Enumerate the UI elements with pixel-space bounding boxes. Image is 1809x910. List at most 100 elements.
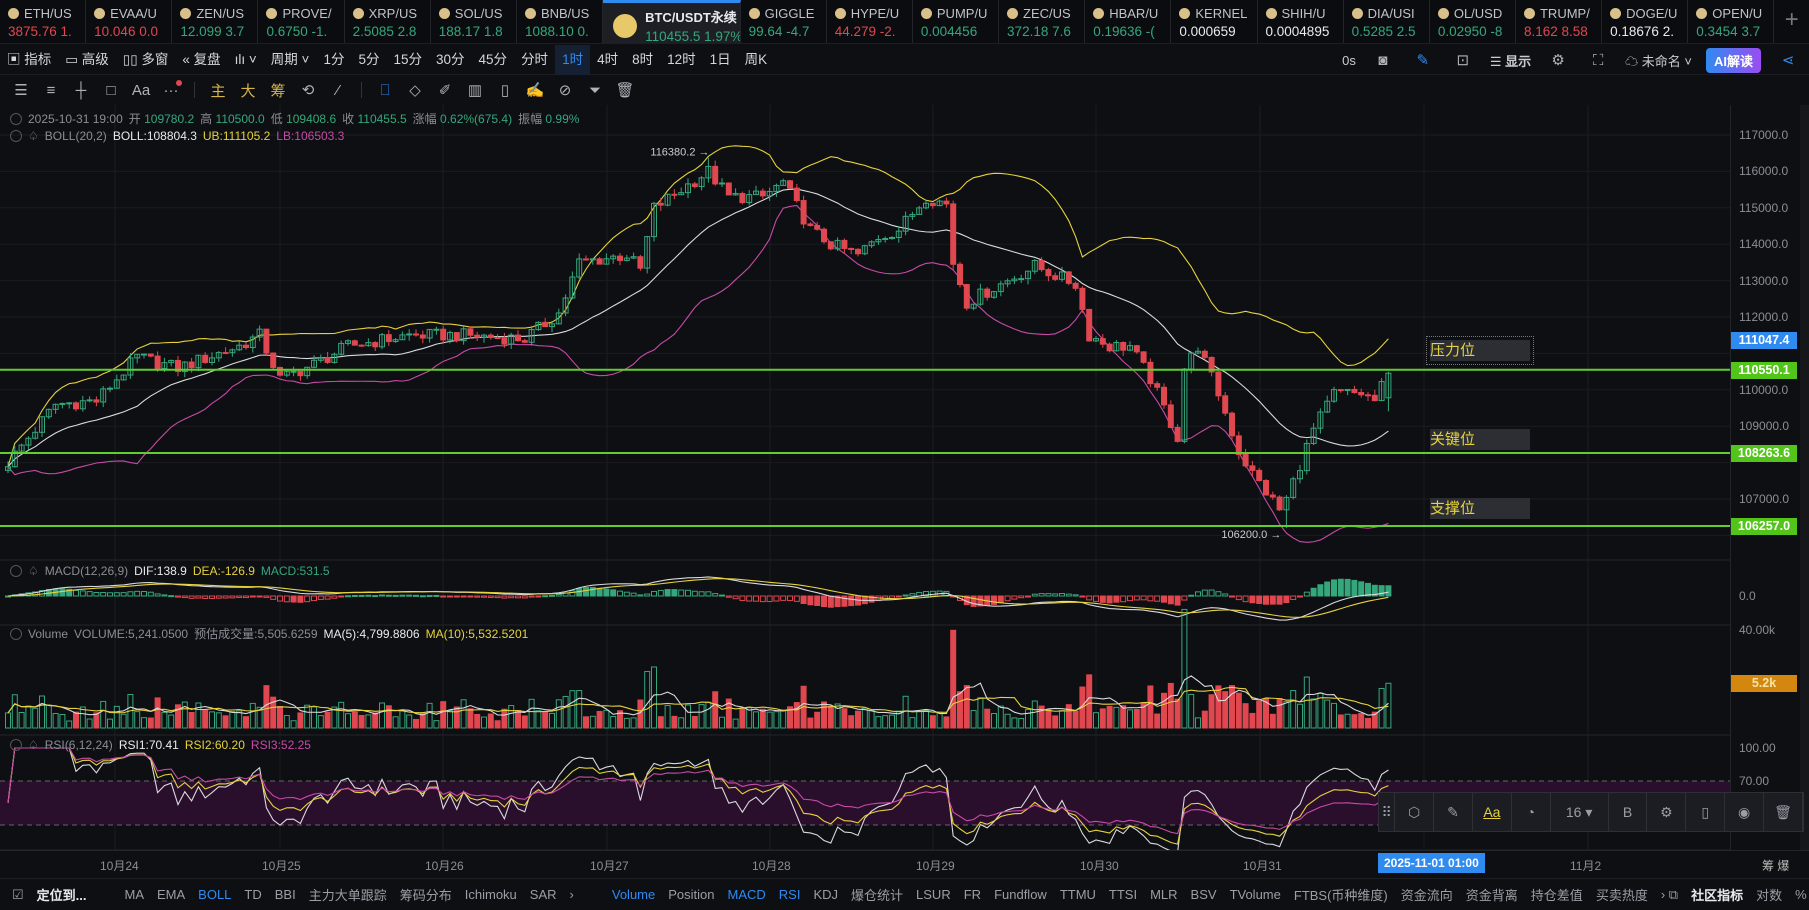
toolbar-item[interactable]: « 复盘 bbox=[175, 45, 227, 75]
candles-icon[interactable]: ▥ bbox=[462, 81, 488, 99]
collapse-icon[interactable] bbox=[10, 565, 22, 577]
bell-icon[interactable]: ♤ bbox=[28, 129, 39, 143]
add-symbol-icon[interactable]: + bbox=[1774, 0, 1809, 43]
settings-icon[interactable]: ⚙ bbox=[1647, 793, 1687, 831]
scrollbar[interactable] bbox=[1800, 105, 1809, 850]
ticker-item[interactable]: BTC/USDT永续 110455.5 1.97% bbox=[603, 0, 741, 43]
lock-icon[interactable]: ▯ bbox=[492, 81, 518, 99]
ticker-item[interactable]: DOGE/U 0.18676 2. bbox=[1602, 0, 1689, 43]
ticker-item[interactable]: PUMP/U 0.004456 bbox=[913, 0, 1000, 43]
sub-indicator[interactable]: 爆仓统计 bbox=[851, 885, 903, 904]
ticker-item[interactable]: TRUMP/8.162 8.58 bbox=[1516, 0, 1603, 43]
ticker-item[interactable]: DIA/USI 0.5285 2.5 bbox=[1344, 0, 1430, 43]
bold-button[interactable]: B bbox=[1609, 793, 1648, 831]
text-color-button[interactable]: Aa bbox=[1473, 793, 1512, 831]
main-indicator[interactable]: Ichimoku bbox=[465, 887, 517, 902]
ruler-icon[interactable]: ◇ bbox=[402, 81, 428, 99]
settings-icon[interactable]: ⚙ bbox=[1545, 51, 1571, 69]
toolbar-item[interactable]: 12时 bbox=[660, 45, 703, 75]
sub-indicator[interactable]: 买卖热度 bbox=[1596, 885, 1648, 904]
edit-icon[interactable]: ✍ bbox=[522, 81, 548, 99]
toolbar-item[interactable]: 45分 bbox=[472, 45, 515, 75]
main-indicator[interactable]: TD bbox=[244, 887, 261, 902]
sub-indicator[interactable]: MLR bbox=[1150, 887, 1177, 902]
chips-liquidation-toggle[interactable]: 筹 爆 bbox=[1762, 857, 1789, 874]
rectangle-icon[interactable]: □ bbox=[98, 82, 124, 99]
sub-indicator[interactable]: TTMU bbox=[1060, 887, 1096, 902]
more-icon[interactable]: ··· bbox=[158, 79, 184, 99]
main-indicator[interactable]: BOLL bbox=[198, 887, 231, 902]
toolbar-item[interactable]: 周期 ˅ bbox=[264, 45, 317, 75]
font-size-select[interactable]: 16 ▾ bbox=[1551, 793, 1609, 831]
main-indicator[interactable]: 主力大单跟踪 bbox=[309, 885, 387, 904]
sub-indicator[interactable]: Volume bbox=[612, 887, 655, 902]
bell-icon[interactable]: ♤ bbox=[28, 738, 39, 752]
toolbar-item[interactable]: 15分 bbox=[386, 45, 429, 75]
bookmark-icon[interactable]: ⎕ bbox=[372, 82, 398, 99]
ticker-item[interactable]: OL/USD 0.02950 -8 bbox=[1430, 0, 1516, 43]
edit-text-icon[interactable]: ✎ bbox=[1434, 793, 1473, 831]
fill-color-icon[interactable]: ◔ bbox=[1512, 793, 1551, 831]
ticker-item[interactable]: KERNEL 0.000659 bbox=[1171, 0, 1258, 43]
sub-indicator[interactable]: BSV bbox=[1191, 887, 1217, 902]
parallel-lines-icon[interactable]: ≡ bbox=[38, 82, 64, 99]
collapse-icon[interactable] bbox=[10, 739, 22, 751]
level-label-support[interactable]: 支撑位 bbox=[1430, 498, 1530, 519]
add-frame-icon[interactable]: ⊡ bbox=[1450, 51, 1476, 69]
pen-icon[interactable]: ✎ bbox=[1410, 51, 1436, 69]
time-axis[interactable]: 10月24 10月25 10月26 10月27 10月28 10月29 10月30 10月31… bbox=[0, 850, 1809, 876]
delete-icon[interactable]: 🗑 bbox=[1764, 793, 1803, 831]
community-indicators[interactable]: 社区指标 bbox=[1691, 885, 1743, 904]
ticker-item[interactable]: OPEN/U 0.3454 3.7 bbox=[1688, 0, 1775, 43]
text-icon[interactable]: Aa bbox=[128, 82, 154, 99]
ticker-item[interactable]: ZEN/US 12.099 3.7 bbox=[172, 0, 259, 43]
level-label-resistance[interactable]: 压力位 bbox=[1426, 336, 1534, 365]
main-indicator[interactable]: 筹码分布 bbox=[400, 885, 452, 904]
chips-button[interactable]: 筹 bbox=[265, 80, 291, 101]
main-force-button[interactable]: 主 bbox=[205, 80, 231, 101]
ticker-item[interactable]: HBAR/U 0.19636 -( bbox=[1085, 0, 1172, 43]
link-icon[interactable]: ⊘ bbox=[552, 81, 578, 99]
sub-indicator[interactable]: RSI bbox=[779, 887, 801, 902]
sub-indicator[interactable]: 资金背离 bbox=[1466, 885, 1518, 904]
ticker-item[interactable]: XRP/US 2.5085 2.8 bbox=[345, 0, 431, 43]
toolbar-item[interactable]: 1日 bbox=[703, 45, 738, 75]
visibility-icon[interactable]: ◉ bbox=[1725, 793, 1765, 831]
sub-indicator[interactable]: 资金流向 bbox=[1401, 885, 1453, 904]
main-indicator[interactable]: SAR bbox=[530, 887, 557, 902]
toolbar-item[interactable]: ılı ˅ bbox=[228, 45, 264, 75]
chevron-right-icon[interactable]: › ⧉ bbox=[1661, 887, 1678, 903]
brush-icon[interactable]: ✐ bbox=[432, 81, 458, 99]
price-axis[interactable]: 117000.0 116000.0 115000.0 114000.0 113000.0… bbox=[1730, 105, 1798, 850]
percent-scale-toggle[interactable]: % bbox=[1795, 887, 1807, 902]
layout-select[interactable]: ☁ 未命名 ˅ bbox=[1625, 51, 1692, 70]
log-scale-toggle[interactable]: 对数 bbox=[1756, 885, 1782, 904]
sub-indicator[interactable]: KDJ bbox=[813, 887, 838, 902]
toolbar-item[interactable]: 30分 bbox=[429, 45, 472, 75]
ticker-item[interactable]: ZEC/US 372.18 7.6 bbox=[999, 0, 1086, 43]
sub-indicator[interactable]: Position bbox=[668, 887, 714, 902]
calendar-icon[interactable]: ☑ bbox=[12, 887, 24, 903]
drag-handle-icon[interactable]: ⠿ bbox=[1379, 793, 1396, 831]
ticker-item[interactable]: PROVE/0.6750 -1. bbox=[258, 0, 345, 43]
sub-indicator[interactable]: 持仓差值 bbox=[1531, 885, 1583, 904]
level-label-key[interactable]: 关键位 bbox=[1430, 429, 1530, 450]
fullscreen-icon[interactable]: ⛶ bbox=[1585, 52, 1611, 69]
sync-draw-icon[interactable]: ⟲ bbox=[295, 81, 321, 99]
toolbar-item[interactable]: 分时 bbox=[514, 45, 555, 75]
toolbar-item[interactable]: ▯▯ 多窗 bbox=[116, 45, 176, 75]
main-indicator[interactable]: EMA bbox=[157, 887, 185, 902]
camera-icon[interactable]: ◙ bbox=[1370, 52, 1396, 69]
sub-indicator[interactable]: LSUR bbox=[916, 887, 951, 902]
chevron-right-icon[interactable]: › bbox=[570, 887, 574, 902]
ai-interpret-button[interactable]: AI解读 bbox=[1705, 47, 1761, 73]
template-icon[interactable]: ⬡ bbox=[1395, 793, 1435, 831]
ticker-item[interactable]: GIGGLE 99.64 -4.7 bbox=[741, 0, 827, 43]
filter-icon[interactable]: ⏷ bbox=[582, 82, 608, 99]
sub-indicator[interactable]: FR bbox=[964, 887, 981, 902]
toolbar-item[interactable]: ▣ 指标 bbox=[0, 45, 58, 75]
sub-indicator[interactable]: TTSI bbox=[1109, 887, 1137, 902]
ticker-item[interactable]: SHIH/U 0.0004895 bbox=[1258, 0, 1344, 43]
sub-indicator[interactable]: FTBS(币种维度) bbox=[1294, 885, 1388, 904]
bell-icon[interactable]: ♤ bbox=[28, 564, 39, 578]
